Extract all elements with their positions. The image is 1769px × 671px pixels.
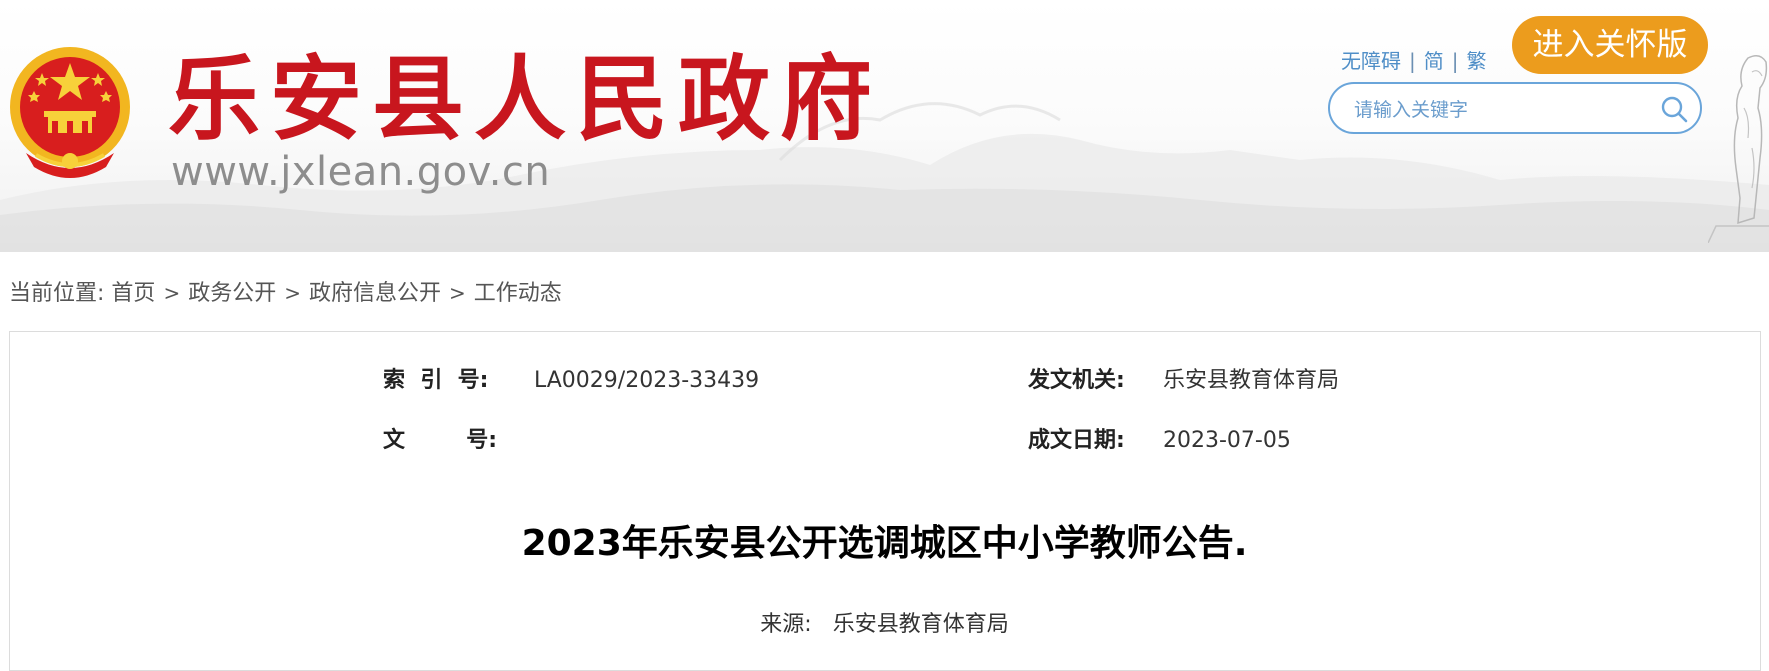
document-number-label: 文 号: [383,428,498,453]
breadcrumb-government-affairs[interactable]: 政务公开 [188,281,276,306]
traditional-chinese-link[interactable]: 繁 [1467,49,1487,73]
site-header: 乐安县人民政府 www.jxlean.gov.cn 无障碍 | 简 | 繁 进入关怀版 [0,0,1769,243]
search-input[interactable] [1352,94,1656,126]
issuer-label: 发文机关: [1028,368,1125,393]
source-label: 来源: [760,612,812,637]
header-divider [0,243,1769,252]
article-title: 2023年乐安县公开选调城区中小学教师公告. [521,523,1248,564]
index-number-value: LA0029/2023-33439 [534,368,760,393]
date-label: 成文日期: [1028,428,1125,453]
article-source: 来源: 乐安县教育体育局 [0,610,1769,640]
link-separator: | [1409,49,1416,73]
accessibility-link[interactable]: 无障碍 [1341,49,1401,73]
breadcrumb-arrow: > [449,281,466,305]
simplified-chinese-link[interactable]: 简 [1424,49,1444,73]
top-links: 无障碍 | 简 | 繁 [1341,49,1487,73]
statue-decoration [1708,55,1769,243]
search-box [1328,82,1702,134]
breadcrumb-arrow: > [284,281,301,305]
breadcrumb-home[interactable]: 首页 [111,281,155,306]
breadcrumb-work-news[interactable]: 工作动态 [474,281,562,306]
care-mode-button[interactable]: 进入关怀版 [1512,16,1708,74]
site-title: 乐安县人民政府 [168,45,883,153]
source-value: 乐安县教育体育局 [832,612,1009,637]
national-emblem-icon [10,47,130,178]
index-number-label: 索 引 号: [383,368,489,393]
link-separator: | [1451,49,1459,73]
issuer-value: 乐安县教育体育局 [1163,368,1340,393]
breadcrumb-arrow: > [163,281,181,305]
breadcrumb: 当前位置: 首页 > 政务公开 > 政府信息公开 > 工作动态 [9,278,562,309]
site-url: www.jxlean.gov.cn [171,149,551,195]
breadcrumb-gov-info[interactable]: 政府信息公开 [309,281,441,306]
search-icon[interactable] [1660,95,1688,123]
date-value: 2023-07-05 [1163,428,1291,453]
breadcrumb-label: 当前位置: [9,281,105,306]
